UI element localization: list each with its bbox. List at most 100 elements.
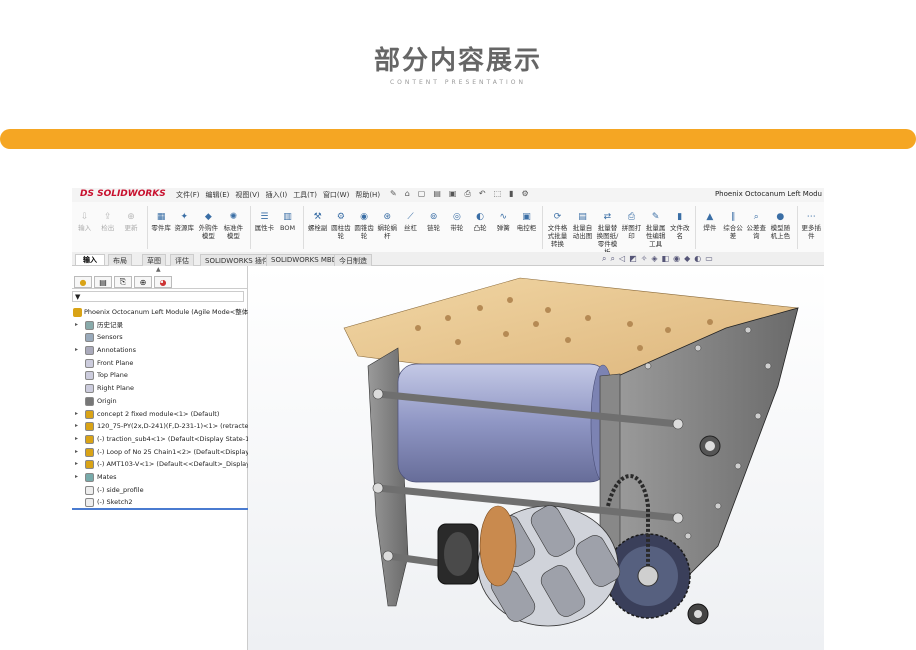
tree-item[interactable]: Front Plane xyxy=(72,357,248,370)
ribbon-button[interactable]: ✎ 批量属性编辑工具 xyxy=(644,202,667,253)
ribbon-button[interactable]: ⟋ 丝杠 xyxy=(400,202,421,253)
pin-icon[interactable]: ✎ xyxy=(390,189,397,199)
menu-item[interactable]: 帮助(H) xyxy=(355,190,380,200)
menu-item[interactable]: 视图(V) xyxy=(235,190,259,200)
print-icon[interactable]: ⎙ xyxy=(464,189,470,199)
configuration-manager-tab-icon[interactable]: ⎘ xyxy=(114,276,132,288)
expand-icon[interactable]: ▸ xyxy=(75,420,78,433)
ribbon-button[interactable]: ▮ 文件改名 xyxy=(669,202,690,253)
ribbon-button[interactable]: ⌕ 公差查询 xyxy=(746,202,767,253)
ribbon-button[interactable]: ✺ 标准件模型 xyxy=(222,202,245,253)
expand-icon[interactable]: ▸ xyxy=(75,344,78,357)
ribbon-button[interactable]: ● 模型随机上色 xyxy=(769,202,792,253)
tree-item[interactable]: Right Plane xyxy=(72,382,248,395)
ribbon-button[interactable]: ◆ 外购件模型 xyxy=(197,202,220,253)
menu-item[interactable]: 窗口(W) xyxy=(323,190,349,200)
select-icon[interactable]: ⬚ xyxy=(494,189,502,199)
ribbon-button[interactable]: ⇄批量替换图纸/零件模板 xyxy=(596,202,619,257)
view-orientation-icon[interactable]: ◈ xyxy=(651,254,657,264)
previous-view-icon[interactable]: ◁ xyxy=(619,254,625,264)
tree-item[interactable]: ▸ Mates xyxy=(72,471,248,484)
save-icon[interactable]: ▣ xyxy=(449,189,457,199)
ribbon-button-label: 链轮 xyxy=(427,224,441,232)
expand-icon[interactable]: ▸ xyxy=(75,471,78,484)
property-manager-tab-icon[interactable]: ▤ xyxy=(94,276,112,288)
feature-manager-tab-icon[interactable]: ● xyxy=(74,276,92,288)
ribbon-button[interactable]: ⟳ 文件格式批量转换 xyxy=(546,202,569,253)
graphics-viewport[interactable] xyxy=(248,266,824,650)
ribbon-button[interactable]: ⇪ 检出 xyxy=(97,202,118,253)
cabinet-icon: ▣ xyxy=(522,212,531,222)
menu-item[interactable]: 工具(T) xyxy=(293,190,317,200)
tree-item[interactable]: (-) side_profile xyxy=(72,484,248,497)
tree-item[interactable]: Top Plane xyxy=(72,369,248,382)
display-style-icon[interactable]: ◧ xyxy=(662,254,670,264)
new-icon[interactable]: ▢ xyxy=(418,189,426,199)
tree-item[interactable]: ▸ 120_75-PY(2x,D-241)(F,D-231-1)<1> (retr… xyxy=(72,420,248,433)
ribbon-button[interactable]: ▦ 零件库 xyxy=(151,202,172,253)
zoom-fit-icon[interactable]: ⌕ xyxy=(602,254,606,264)
tab-1[interactable]: 草图 xyxy=(142,254,166,266)
tree-item[interactable]: ▸ (-) Loop of No 25 Chain1<2> (Default<Di… xyxy=(72,446,248,459)
tree-item[interactable]: Sensors xyxy=(72,331,248,344)
expand-icon[interactable]: ▸ xyxy=(75,458,78,471)
ribbon-button[interactable]: ∥ 综合公差 xyxy=(722,202,743,253)
ribbon-button[interactable]: ⚒ 螺栓副 xyxy=(307,202,328,253)
tab-5[interactable]: 今日制造 xyxy=(334,254,372,266)
tree-item-label: Front Plane xyxy=(97,358,134,367)
menu-item[interactable]: 编辑(E) xyxy=(206,190,230,200)
ribbon-button[interactable]: ⊕ 更新 xyxy=(120,202,141,253)
rebuild-icon[interactable]: ▮ xyxy=(509,189,513,199)
undo-icon[interactable]: ↶ xyxy=(479,189,486,199)
menu-item[interactable]: 文件(F) xyxy=(176,190,200,200)
tab-import[interactable]: 输入 xyxy=(75,254,105,266)
hide-show-icon[interactable]: ◉ xyxy=(673,254,680,264)
options-icon[interactable]: ⚙ xyxy=(522,189,529,199)
tree-item[interactable]: ▸ (-) traction_sub4<1> (Default<Display S… xyxy=(72,433,248,446)
section-view-icon[interactable]: ◩ xyxy=(629,254,637,264)
ribbon-button[interactable]: ▤ 批量自动出图 xyxy=(571,202,594,253)
zoom-area-icon[interactable]: ⌕ xyxy=(610,254,614,264)
appearance-icon[interactable]: ◆ xyxy=(684,254,690,264)
open-icon[interactable]: ▤ xyxy=(433,189,441,199)
ribbon-button[interactable]: ⎙ 拼图打印 xyxy=(621,202,642,253)
ribbon-button[interactable]: ⚙ 圆柱齿轮 xyxy=(330,202,351,253)
dimxpert-tab-icon[interactable]: ⊕ xyxy=(134,276,152,288)
ribbon-button[interactable]: ▥ BOM xyxy=(277,202,298,253)
scene-icon[interactable]: ◐ xyxy=(694,254,701,264)
ribbon-button[interactable]: ▲ 焊件 xyxy=(699,202,720,253)
tree-item[interactable]: ▸ 历史记录 xyxy=(72,319,248,332)
tree-filter[interactable]: ▼ xyxy=(72,291,244,302)
expand-icon[interactable]: ▸ xyxy=(75,433,78,446)
ribbon-button[interactable]: ⇩ 输入 xyxy=(74,202,95,253)
ribbon-button[interactable]: ⋯ 更多插件 xyxy=(801,202,822,253)
tree-item[interactable]: Origin xyxy=(72,395,248,408)
display-manager-tab-icon[interactable]: ◕ xyxy=(154,276,172,288)
tab-2[interactable]: 评估 xyxy=(170,254,194,266)
home-icon[interactable]: ⌂ xyxy=(405,189,410,199)
tree-item[interactable]: ▸ (-) AMT103-V<1> (Default<<Default>_Disp… xyxy=(72,458,248,471)
view-settings-icon[interactable]: ▭ xyxy=(705,254,713,264)
ribbon-button[interactable]: ✦ 资源库 xyxy=(174,202,195,253)
ribbon-button[interactable]: ⊚ 链轮 xyxy=(423,202,444,253)
ribbon-button[interactable]: ▣ 电控柜 xyxy=(516,202,537,253)
ribbon-button[interactable]: ⊛ 蜗轮蜗杆 xyxy=(377,202,398,253)
ribbon-button[interactable]: ◐ 凸轮 xyxy=(469,202,490,253)
ribbon-button[interactable]: ◉ 圆锥齿轮 xyxy=(353,202,374,253)
collapse-icon[interactable]: ▲ xyxy=(156,266,161,273)
menu-item[interactable]: 插入(I) xyxy=(266,190,288,200)
tab-4[interactable]: SOLIDWORKS MBD xyxy=(266,254,343,266)
tree-item[interactable]: ▸ concept 2 fixed module<1> (Default) xyxy=(72,408,248,421)
tab-0[interactable]: 布局 xyxy=(108,254,132,266)
tree-root[interactable]: Phoenix Octocanum Left Module (Agile Mod… xyxy=(72,306,248,319)
expand-icon[interactable]: ▸ xyxy=(75,446,78,459)
ribbon-button[interactable]: ◎ 带轮 xyxy=(446,202,467,253)
ribbon-button[interactable]: ☰ 属性卡 xyxy=(254,202,275,253)
tree-item[interactable]: ▸ Annotations xyxy=(72,344,248,357)
ribbon-button-label: 弹簧 xyxy=(496,224,510,232)
expand-icon[interactable]: ▸ xyxy=(75,408,78,421)
tab-3[interactable]: SOLIDWORKS 插件 xyxy=(200,254,274,266)
expand-icon[interactable]: ▸ xyxy=(75,319,78,332)
dynamic-annotation-icon[interactable]: ✧ xyxy=(641,254,648,264)
ribbon-button[interactable]: ∿ 弹簧 xyxy=(493,202,514,253)
